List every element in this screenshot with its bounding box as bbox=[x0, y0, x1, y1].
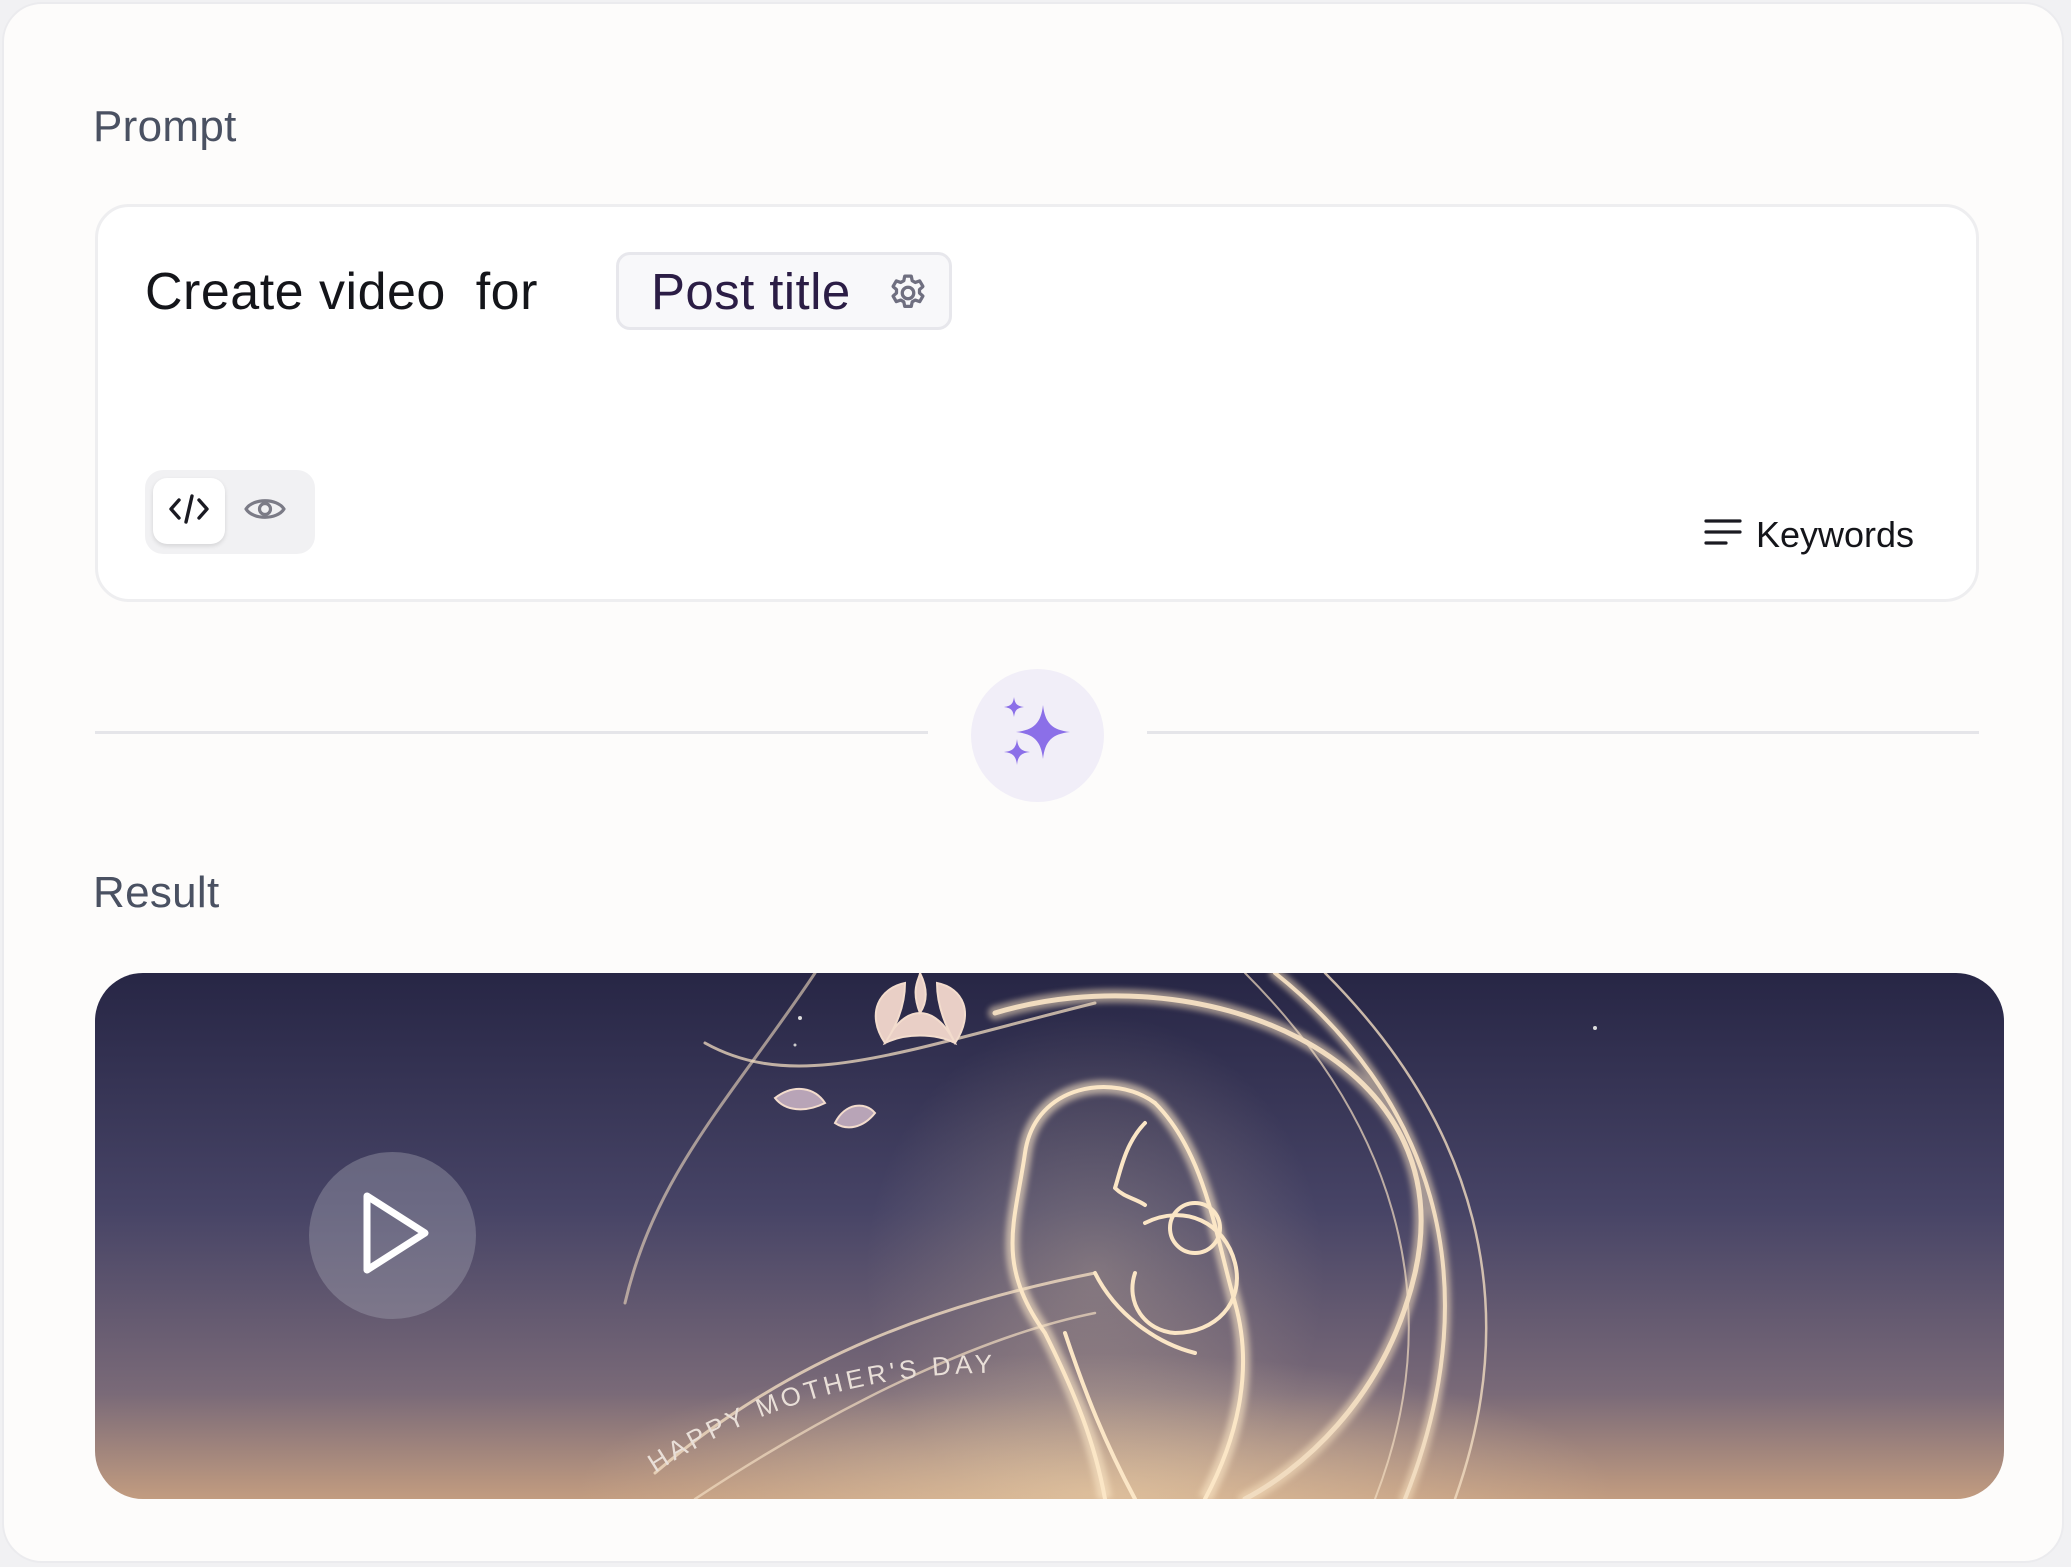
mode-toggle bbox=[145, 470, 315, 554]
divider-right bbox=[1147, 731, 1979, 734]
preview-mode-button[interactable] bbox=[229, 478, 301, 544]
prompt-section-label: Prompt bbox=[93, 102, 237, 151]
code-mode-button[interactable] bbox=[153, 478, 225, 544]
gear-icon[interactable] bbox=[885, 270, 931, 316]
keywords-button[interactable]: Keywords bbox=[1704, 509, 1914, 561]
divider-left bbox=[95, 731, 928, 734]
prompt-editor[interactable]: Create video for Post title Keywords bbox=[95, 204, 1979, 602]
list-lines-icon bbox=[1704, 514, 1742, 556]
post-title-chip-label: Post title bbox=[651, 262, 851, 320]
play-button[interactable] bbox=[309, 1152, 476, 1319]
prompt-text[interactable]: Create video for bbox=[145, 262, 553, 322]
eye-icon bbox=[243, 493, 287, 530]
keywords-label: Keywords bbox=[1755, 514, 1914, 555]
video-preview[interactable]: HAPPY MOTHER'S DAY bbox=[95, 973, 2004, 1499]
post-title-variable-chip[interactable]: Post title bbox=[616, 252, 952, 330]
result-section-label: Result bbox=[93, 868, 220, 917]
generate-button[interactable] bbox=[971, 669, 1104, 802]
code-icon bbox=[167, 491, 211, 532]
sparkles-icon bbox=[1000, 695, 1076, 776]
play-icon bbox=[353, 1188, 433, 1283]
editor-panel: Prompt Create video for Post title Keywo… bbox=[2, 2, 2064, 1563]
